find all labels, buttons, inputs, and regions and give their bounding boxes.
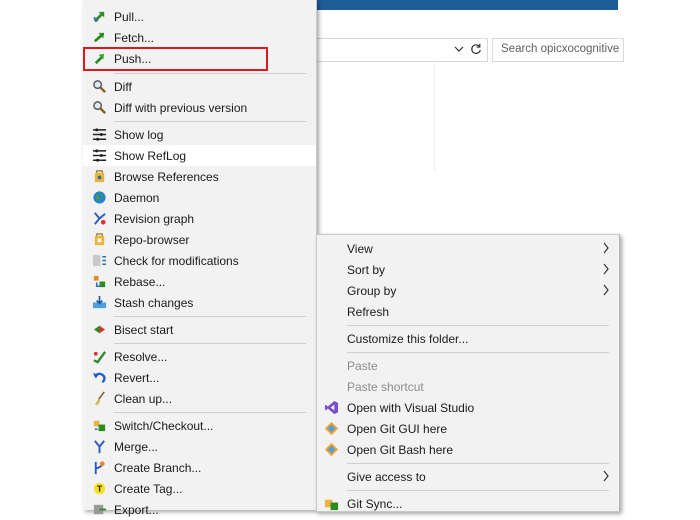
menu-item-bisect-start[interactable]: Bisect start: [83, 319, 316, 340]
address-bar[interactable]: [316, 38, 488, 62]
pane-divider: [434, 62, 435, 172]
menu-item-paste: Paste: [347, 359, 378, 373]
menu-item-create-branch[interactable]: Create Branch...: [83, 457, 316, 478]
log-icon: [92, 128, 107, 141]
menu-item-fetch[interactable]: Fetch...: [83, 27, 316, 48]
menu-item-git-sync[interactable]: Git Sync...: [317, 493, 619, 514]
separator: [347, 490, 609, 491]
chevron-down-icon[interactable]: [453, 43, 465, 55]
broom-icon: [94, 391, 105, 406]
tortoisegit-submenu: Pull... Fetch... Push... Diff Diff with …: [83, 0, 317, 517]
menu-item-diff[interactable]: Diff: [83, 76, 316, 97]
menu-item-sort-by[interactable]: Sort by: [317, 259, 619, 280]
branch-icon: [94, 461, 105, 475]
menu-item-open-git-bash[interactable]: Open Git Bash here: [317, 439, 619, 460]
graph-icon: [94, 212, 106, 225]
menu-item-switch-checkout[interactable]: Switch/Checkout...: [83, 415, 316, 436]
menu-item-merge[interactable]: Merge...: [83, 436, 316, 457]
rebase-icon: [93, 275, 106, 288]
menu-item-repo-browser[interactable]: Repo-browser: [83, 229, 316, 250]
pull-icon: [93, 11, 105, 23]
repo-browser-icon: [94, 233, 105, 246]
menu-item-browse-references[interactable]: Browse References: [83, 166, 316, 187]
menu-item-view[interactable]: View: [317, 238, 619, 259]
chevron-right-icon: [603, 470, 609, 482]
explorer-context-menu: View Sort by Group by Refresh Customize …: [316, 234, 620, 512]
merge-icon: [94, 440, 105, 454]
svg-text:T: T: [97, 484, 103, 493]
chevron-right-icon: [603, 284, 609, 296]
explorer-address-row: Search opicxocognitive: [316, 38, 624, 62]
git-icon: [324, 421, 339, 436]
separator: [114, 73, 306, 74]
visual-studio-icon: [324, 400, 339, 415]
magnifier-icon: [93, 80, 106, 93]
switch-icon: [93, 420, 106, 432]
references-icon: [94, 170, 105, 183]
menu-item-give-access[interactable]: Give access to: [317, 466, 619, 487]
menu-item-pull[interactable]: Pull...: [83, 6, 316, 27]
fetch-icon: [93, 32, 105, 43]
separator: [347, 325, 609, 326]
menu-item-daemon[interactable]: Daemon: [83, 187, 316, 208]
menu-item-create-tag[interactable]: T Create Tag...: [83, 478, 316, 499]
search-input[interactable]: Search opicxocognitive: [492, 38, 624, 62]
menu-item-show-reflog[interactable]: Show RefLog: [83, 145, 316, 166]
push-highlight-box: [83, 47, 268, 71]
search-placeholder: Search opicxocognitive: [501, 43, 620, 55]
menu-item-group-by[interactable]: Group by: [317, 280, 619, 301]
log-icon: [92, 149, 107, 162]
revert-icon: [92, 372, 106, 384]
separator: [114, 412, 306, 413]
menu-item-diff-previous[interactable]: Diff with previous version: [83, 97, 316, 118]
chevron-right-icon: [603, 263, 609, 275]
chevron-right-icon: [603, 242, 609, 254]
git-icon: [324, 442, 339, 457]
separator: [114, 343, 306, 344]
menu-item-revert[interactable]: Revert...: [83, 367, 316, 388]
bisect-icon: [93, 325, 106, 334]
menu-item-revision-graph[interactable]: Revision graph: [83, 208, 316, 229]
menu-item-rebase[interactable]: Rebase...: [83, 271, 316, 292]
menu-item-customize-folder[interactable]: Customize this folder...: [317, 328, 619, 349]
stash-icon: [92, 295, 107, 309]
separator: [114, 121, 306, 122]
tag-icon: T: [93, 482, 106, 495]
separator: [347, 463, 609, 464]
menu-item-check-modifications[interactable]: Check for modifications: [83, 250, 316, 271]
magnifier-icon: [93, 101, 106, 114]
menu-item-refresh[interactable]: Refresh: [317, 301, 619, 322]
menu-item-show-log[interactable]: Show log: [83, 124, 316, 145]
git-sync-icon: [324, 499, 339, 511]
resolve-icon: [93, 351, 107, 364]
separator: [114, 316, 306, 317]
check-modifications-icon: [92, 254, 107, 267]
menu-item-clean-up[interactable]: Clean up...: [83, 388, 316, 409]
separator: [347, 352, 609, 353]
refresh-icon[interactable]: [469, 42, 483, 56]
menu-item-paste-shortcut: Paste shortcut: [347, 380, 424, 394]
menu-item-open-visual-studio[interactable]: Open with Visual Studio: [317, 397, 619, 418]
menu-item-stash-changes[interactable]: Stash changes: [83, 292, 316, 313]
menu-item-resolve[interactable]: Resolve...: [83, 346, 316, 367]
globe-icon: [93, 191, 106, 204]
menu-item-open-git-gui[interactable]: Open Git GUI here: [317, 418, 619, 439]
explorer-title-bar: [316, 0, 618, 10]
